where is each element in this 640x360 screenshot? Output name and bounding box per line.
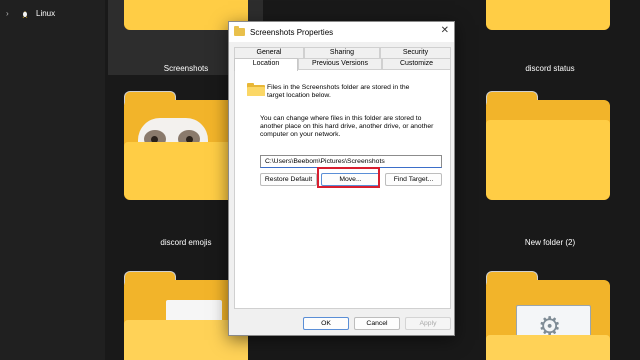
chevron-right-icon[interactable]: › [6,9,14,18]
dialog-titlebar[interactable]: Screenshots Properties ✕ [229,22,454,42]
folder-icon [486,91,610,200]
nav-item-linux[interactable]: › Linux [6,8,55,18]
linux-penguin-icon [21,9,29,18]
tab-sharing[interactable]: Sharing [304,47,380,58]
close-icon[interactable]: ✕ [441,25,449,36]
tab-customize[interactable]: Customize [382,58,451,69]
dialog-title: Screenshots Properties [250,27,334,37]
folder-label: New folder (2) [524,238,576,247]
tab-previous-versions[interactable]: Previous Versions [298,58,382,69]
folder-icon [247,83,265,96]
nav-item-label: Linux [36,8,56,18]
folder-label: discord status [525,64,575,73]
folder-icon [234,26,245,36]
restore-default-button[interactable]: Restore Default [260,173,317,186]
ok-button[interactable]: OK [303,317,349,330]
folder-tile-new-folder-2[interactable]: New folder (2) [480,90,630,250]
folder-tile-settings[interactable]: ⚙ [480,270,630,360]
navigation-pane: › Linux [0,0,105,360]
cancel-button[interactable]: Cancel [354,317,400,330]
description-line3: computer on your network. [260,131,341,138]
tab-security[interactable]: Security [380,47,451,58]
move-button-highlight [317,167,380,188]
tab-general[interactable]: General [234,47,304,58]
apply-button[interactable]: Apply [405,317,451,330]
find-target-button[interactable]: Find Target... [385,173,442,186]
folder-icon [486,0,610,30]
info-text-line2: target location below. [267,92,331,99]
folder-tile-discord-status[interactable]: discord status [480,0,630,75]
folder-icon: ⚙ [486,271,610,360]
location-panel: Files in the Screenshots folder are stor… [234,69,451,309]
tab-location[interactable]: Location [234,58,298,71]
